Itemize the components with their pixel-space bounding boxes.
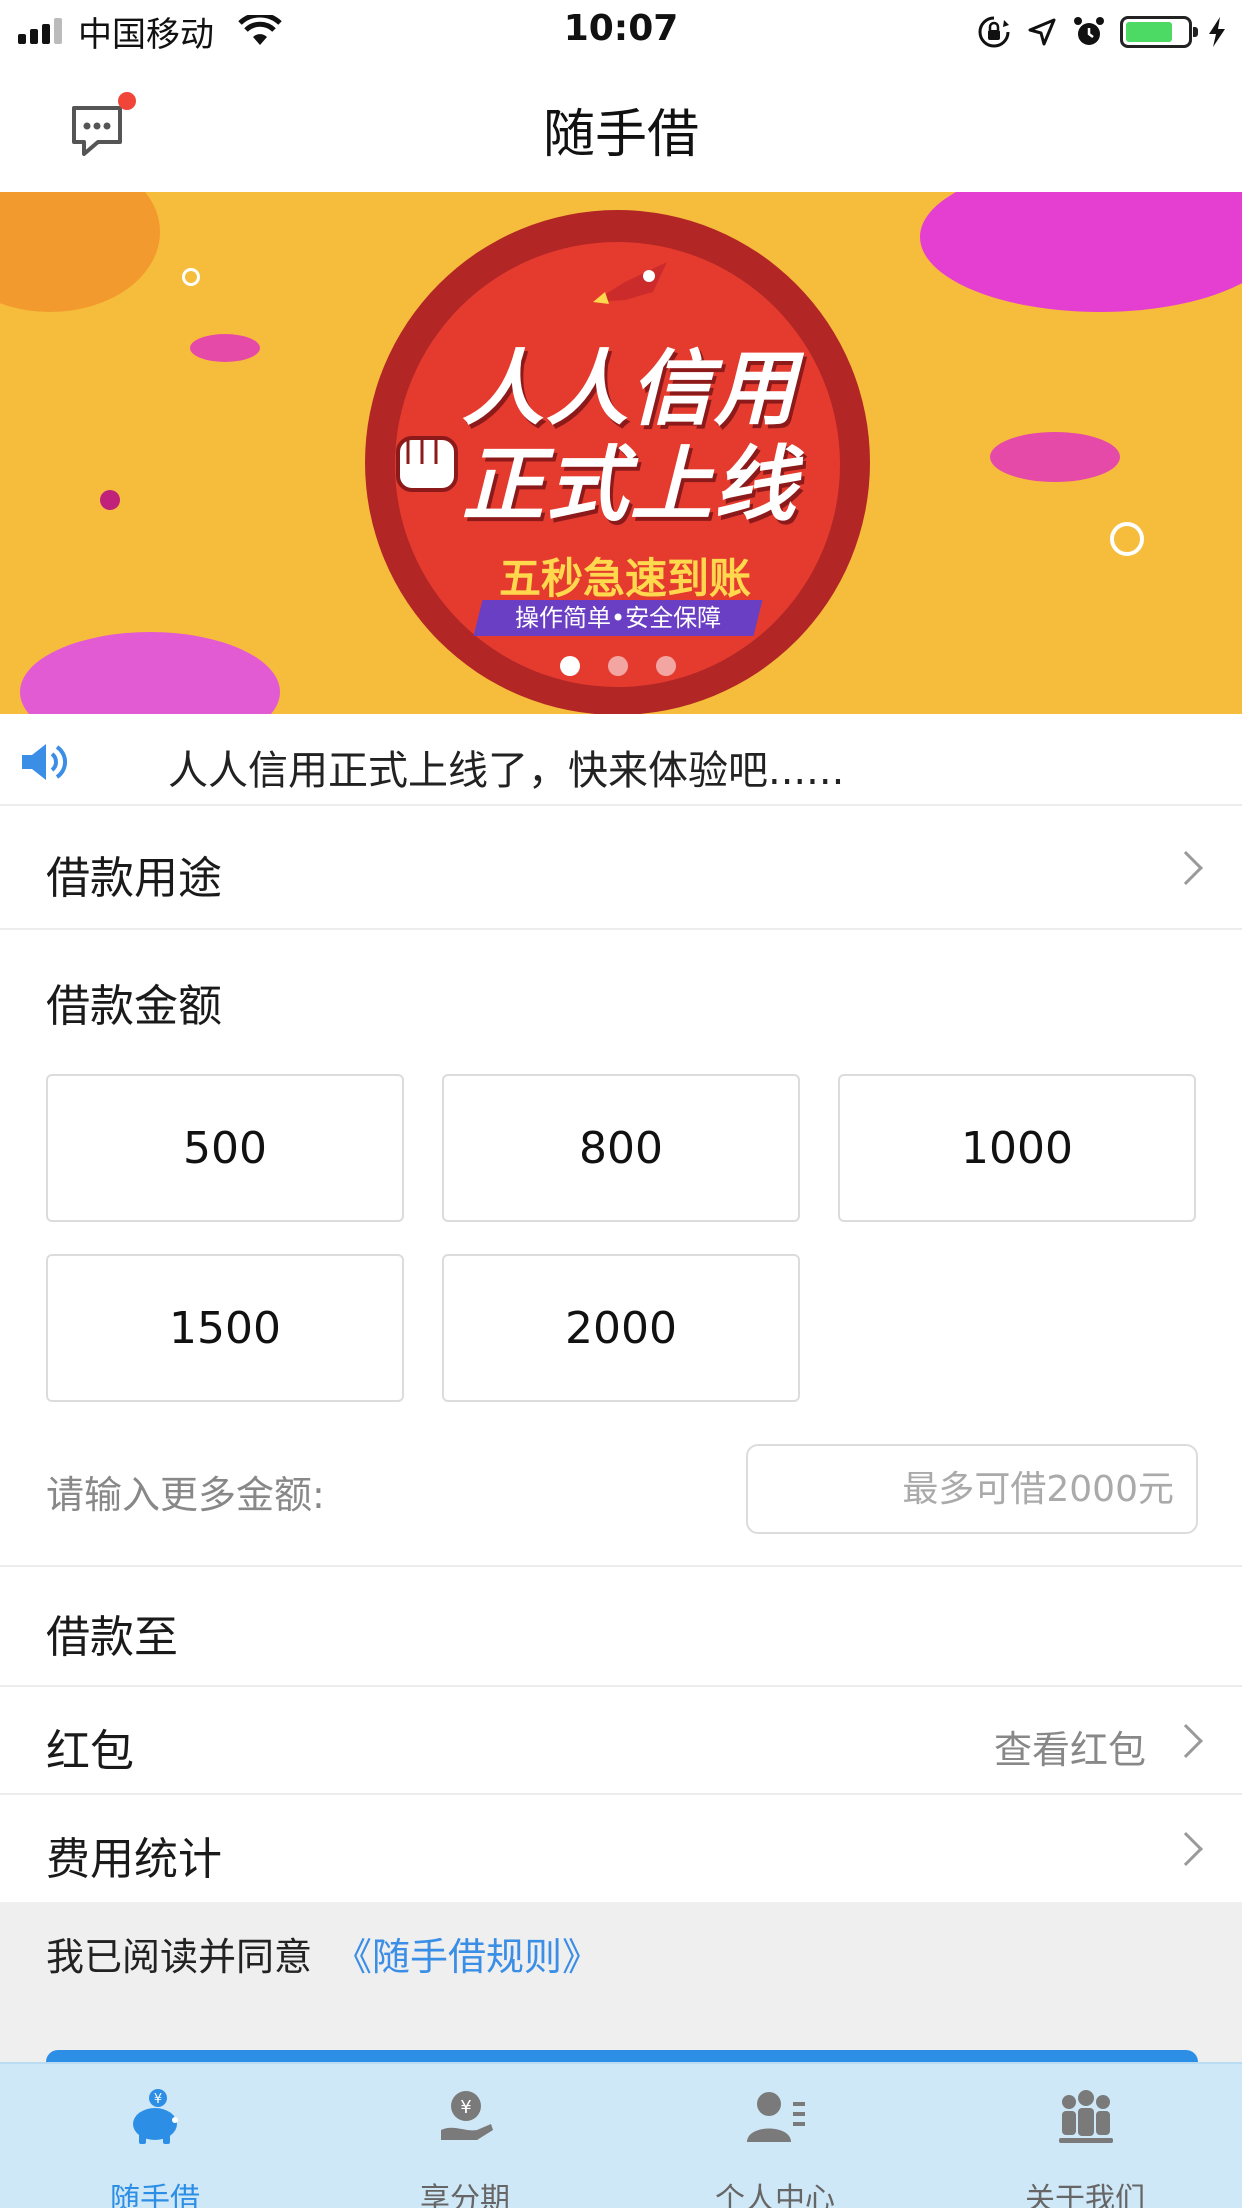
more-amount-label: 请输入更多金额: <box>46 1473 325 1517</box>
chevron-right-icon <box>1169 1832 1203 1866</box>
banner-tagline-text: 操作简单•安全保障 <box>514 604 722 632</box>
carousel-dot[interactable] <box>656 656 676 676</box>
fee-summary-label: 费用统计 <box>46 1834 222 1885</box>
user-profile-icon <box>747 2092 805 2142</box>
tab-about[interactable]: 关于我们 <box>930 2064 1240 2208</box>
tab-bar: ¥ 随手借 ¥ 享分期 个人中心 关于我们 <box>0 2062 1242 2208</box>
rules-link[interactable]: 《随手借规则》 <box>334 1926 600 1981</box>
loan-purpose-row[interactable]: 借款用途 <box>0 806 1242 930</box>
amount-option-button[interactable]: 2000 <box>442 1254 800 1402</box>
fee-summary-row[interactable]: 费用统计 <box>0 1795 1242 1902</box>
alarm-icon <box>1074 17 1104 45</box>
svg-text:¥: ¥ <box>460 2097 471 2118</box>
borrow-to-row[interactable]: 借款至 <box>0 1567 1242 1687</box>
status-right <box>976 10 1228 54</box>
yen-hand-icon: ¥ <box>441 2091 493 2140</box>
chevron-right-icon <box>1169 1724 1203 1758</box>
borrow-to-label: 借款至 <box>46 1612 178 1663</box>
decor-ring <box>1110 522 1144 556</box>
tab-label: 个人中心 <box>715 2182 835 2208</box>
location-icon <box>1028 18 1056 46</box>
rocket-icon <box>593 262 667 304</box>
announcement-bar[interactable]: 人人信用正式上线了，快来体验吧...... <box>0 714 1242 806</box>
decor-blob <box>990 432 1120 482</box>
decor-blob <box>100 490 120 510</box>
decor-ring <box>182 268 200 286</box>
tab-label: 关于我们 <box>1025 2182 1145 2208</box>
orientation-lock-icon <box>978 16 1010 48</box>
carousel-dot[interactable] <box>560 656 580 676</box>
banner-headline: 人人信用 正式上线 <box>430 342 830 534</box>
tab-installment[interactable]: ¥ 享分期 <box>310 2064 620 2208</box>
status-bar: 中国移动 10:07 <box>0 0 1242 62</box>
loan-amount-title: 借款金额 <box>46 981 222 1032</box>
banner-tagline: 操作简单•安全保障 <box>473 600 763 636</box>
battery-icon <box>1120 16 1198 48</box>
tab-label: 随手借 <box>110 2182 200 2208</box>
nav-bar: 随手借 <box>0 62 1242 192</box>
amount-option-button[interactable]: 1000 <box>838 1074 1196 1222</box>
page-title: 随手借 <box>542 105 699 165</box>
amount-option-button[interactable]: 1500 <box>46 1254 404 1402</box>
banner-headline-line2: 正式上线 <box>462 438 798 533</box>
tab-profile[interactable]: 个人中心 <box>620 2064 930 2208</box>
chevron-right-icon <box>1169 851 1203 885</box>
tab-borrow[interactable]: ¥ 随手借 <box>0 2064 310 2208</box>
agreement-section: 我已阅读并同意 《随手借规则》 <box>0 1902 1242 2062</box>
red-packet-label: 红包 <box>46 1726 134 1777</box>
svg-text:¥: ¥ <box>154 2092 162 2107</box>
decor-blob <box>20 632 280 714</box>
decor-blob <box>190 334 260 362</box>
loan-purpose-label: 借款用途 <box>46 853 222 904</box>
banner-subheadline: 五秒急速到账 <box>498 554 751 603</box>
loan-amount-section: 借款金额 500 800 1000 1500 2000 请输入更多金额: <box>0 930 1242 1567</box>
charging-bolt-icon <box>1209 17 1225 47</box>
carousel-dot[interactable] <box>608 656 628 676</box>
agreement-text: 我已阅读并同意 <box>46 1935 313 1979</box>
carousel-indicator <box>560 656 676 676</box>
speaker-icon <box>22 744 67 780</box>
red-packet-row[interactable]: 红包 查看红包 <box>0 1687 1242 1795</box>
banner-headline-line1: 人人信用 <box>462 342 798 437</box>
view-red-packet-link[interactable]: 查看红包 <box>994 1719 1146 1774</box>
promo-banner[interactable]: 人人信用 正式上线 五秒急速到账 操作简单•安全保障 <box>0 192 1242 714</box>
amount-option-button[interactable]: 500 <box>46 1074 404 1222</box>
more-amount-input[interactable] <box>746 1444 1198 1534</box>
tab-label: 享分期 <box>420 2182 510 2208</box>
decor-blob <box>0 192 160 312</box>
decor-blob <box>920 192 1242 312</box>
group-icon <box>1059 2090 1113 2143</box>
piggy-bank-icon: ¥ <box>133 2089 178 2144</box>
amount-option-button[interactable]: 800 <box>442 1074 800 1222</box>
announcement-text: 人人信用正式上线了，快来体验吧...... <box>168 748 845 794</box>
